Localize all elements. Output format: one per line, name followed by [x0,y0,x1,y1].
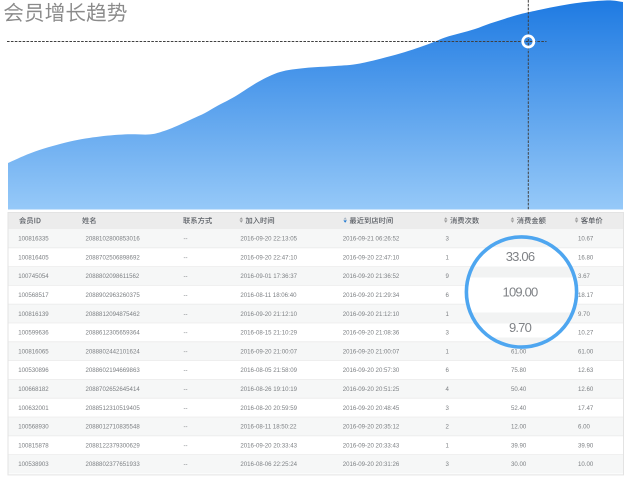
svg-text:100816335: 100816335 [18,236,49,243]
svg-text:2088702652645414: 2088702652645414 [86,386,141,393]
svg-text:2088802377651933: 2088802377651933 [86,461,141,468]
svg-text:39.90: 39.90 [578,442,594,449]
svg-text:2088802442101624: 2088802442101624 [86,348,141,355]
svg-text:2016-09-20 21:00:07: 2016-09-20 21:00:07 [240,348,297,355]
svg-text:2016-09-01 17:36:37: 2016-09-01 17:36:37 [240,273,297,280]
svg-text:2016-09-20 21:08:36: 2016-09-20 21:08:36 [343,330,400,337]
svg-text:12.00: 12.00 [511,424,527,431]
svg-text:2016-08-26 19:10:19: 2016-08-26 19:10:19 [240,386,297,393]
svg-text:2016-09-20 22:47:10: 2016-09-20 22:47:10 [343,254,400,261]
svg-text:50.40: 50.40 [511,386,527,393]
svg-text:2016-08-11 18:06:40: 2016-08-11 18:06:40 [240,292,297,299]
svg-text:2016-08-05 21:58:09: 2016-08-05 21:58:09 [240,367,297,374]
svg-text:2088102800853016: 2088102800853016 [86,236,141,243]
svg-text:2016-08-06 22:25:24: 2016-08-06 22:25:24 [240,461,297,468]
svg-text:--: -- [184,348,188,355]
svg-text:9.70: 9.70 [509,320,532,335]
svg-text:100816065: 100816065 [18,348,49,355]
svg-text:30.00: 30.00 [511,461,527,468]
svg-text:2016-09-20 20:35:12: 2016-09-20 20:35:12 [343,424,400,431]
svg-text:100568930: 100568930 [18,424,49,431]
svg-text:33.06: 33.06 [506,249,535,264]
svg-text:--: -- [184,461,188,468]
svg-text:39.90: 39.90 [511,442,527,449]
svg-text:61.00: 61.00 [578,348,594,355]
svg-text:2088902963260375: 2088902963260375 [86,292,141,299]
svg-text:2016-09-20 22:47:10: 2016-09-20 22:47:10 [240,254,297,261]
svg-text:2016-08-15 21:10:29: 2016-08-15 21:10:29 [240,330,297,337]
svg-text:100538903: 100538903 [18,461,49,468]
svg-text:17.47: 17.47 [578,405,594,412]
svg-text:2088702506898692: 2088702506898692 [86,254,141,261]
svg-text:2016-09-20 20:33:43: 2016-09-20 20:33:43 [343,442,400,449]
svg-text:2016-09-20 22:13:05: 2016-09-20 22:13:05 [240,236,297,243]
svg-text:2088512310519405: 2088512310519405 [86,405,141,412]
svg-text:100668182: 100668182 [18,386,49,393]
svg-text:16.80: 16.80 [578,254,594,261]
svg-text:100816139: 100816139 [18,311,49,318]
svg-text:--: -- [184,254,188,261]
svg-text:--: -- [184,424,188,431]
svg-text:2016-09-20 20:31:26: 2016-09-20 20:31:26 [343,461,400,468]
svg-text:2016-09-20 20:33:43: 2016-09-20 20:33:43 [240,442,297,449]
svg-text:2088122379300629: 2088122379300629 [86,442,141,449]
svg-text:75.80: 75.80 [511,367,527,374]
svg-text:100599636: 100599636 [18,330,49,337]
svg-text:61.00: 61.00 [511,348,527,355]
svg-text:6.00: 6.00 [578,424,590,431]
svg-text:--: -- [184,367,188,374]
svg-text:--: -- [184,292,188,299]
svg-text:52.40: 52.40 [511,405,527,412]
svg-text:12.60: 12.60 [578,386,594,393]
svg-text:2016-09-20 21:00:07: 2016-09-20 21:00:07 [343,348,400,355]
svg-text:2088602194669863: 2088602194669863 [86,367,141,374]
svg-text:2088612305659364: 2088612305659364 [86,330,141,337]
svg-text:2016-09-21 06:26:52: 2016-09-21 06:26:52 [343,236,400,243]
svg-text:12.63: 12.63 [578,367,594,374]
svg-text:100632001: 100632001 [18,405,49,412]
svg-text:100815878: 100815878 [18,442,49,449]
svg-text:3.67: 3.67 [578,273,590,280]
svg-text:--: -- [184,311,188,318]
svg-text:2016-09-20 21:12:10: 2016-09-20 21:12:10 [343,311,400,318]
svg-text:100568517: 100568517 [18,292,49,299]
svg-text:--: -- [184,236,188,243]
svg-text:--: -- [184,273,188,280]
svg-text:2016-09-20 20:51:25: 2016-09-20 20:51:25 [343,386,400,393]
svg-text:2088802098611562: 2088802098611562 [86,273,140,280]
svg-text:18.17: 18.17 [578,292,594,299]
svg-text:2016-08-20 20:59:59: 2016-08-20 20:59:59 [240,405,297,412]
svg-text:2088012710835548: 2088012710835548 [86,424,141,431]
svg-text:100816405: 100816405 [18,254,49,261]
svg-text:--: -- [184,386,188,393]
svg-text:109.00: 109.00 [503,285,539,300]
svg-text:--: -- [184,442,188,449]
svg-text:9.70: 9.70 [578,311,590,318]
svg-text:2088812094875462: 2088812094875462 [86,311,141,318]
svg-text:2016-09-20 20:48:45: 2016-09-20 20:48:45 [343,405,400,412]
svg-text:10.67: 10.67 [578,236,594,243]
svg-text:--: -- [184,405,188,412]
svg-text:10.00: 10.00 [578,461,594,468]
svg-text:2016-09-20 20:57:30: 2016-09-20 20:57:30 [343,367,400,374]
svg-text:2016-09-20 21:29:34: 2016-09-20 21:29:34 [343,292,400,299]
svg-text:100745054: 100745054 [18,273,49,280]
svg-text:2016-09-20 21:36:52: 2016-09-20 21:36:52 [343,273,400,280]
svg-text:100530896: 100530896 [18,367,49,374]
svg-text:2016-09-20 21:12:10: 2016-09-20 21:12:10 [240,311,297,318]
svg-text:2016-08-11 18:50:22: 2016-08-11 18:50:22 [240,424,297,431]
svg-text:--: -- [184,330,188,337]
svg-text:10.27: 10.27 [578,330,594,337]
